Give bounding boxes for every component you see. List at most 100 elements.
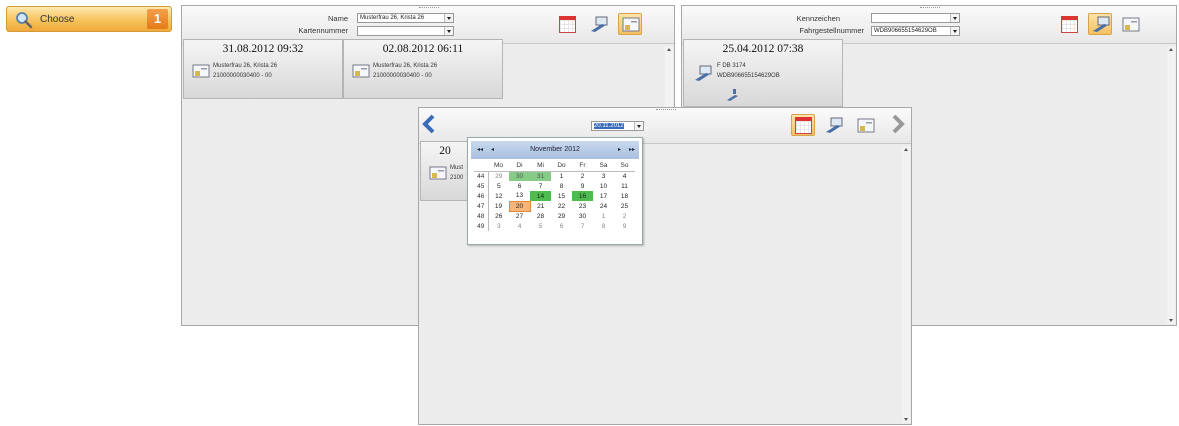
calendar-day[interactable]: 19 bbox=[488, 201, 509, 211]
calendar-day[interactable]: 6 bbox=[509, 181, 530, 191]
calendar-view-button[interactable] bbox=[1057, 13, 1081, 35]
calendar-day[interactable]: 11 bbox=[614, 181, 635, 191]
entry-card-number: 21000000030400 - 00 bbox=[213, 73, 272, 79]
arrow-right-icon[interactable] bbox=[891, 114, 905, 134]
calendar-day[interactable]: 20 bbox=[508, 200, 531, 212]
date-picker-header: ◂◂ ◂ November 2012 ▸ ▸▸ bbox=[471, 141, 639, 159]
truck-card-icon bbox=[695, 65, 712, 81]
week-number: 49 bbox=[474, 221, 489, 231]
calendar-day[interactable]: 8 bbox=[593, 221, 614, 231]
vertical-scrollbar[interactable] bbox=[902, 146, 910, 423]
calendar-day[interactable]: 8 bbox=[551, 181, 572, 191]
calendar-day[interactable]: 17 bbox=[593, 191, 614, 201]
calendar-day[interactable]: 9 bbox=[614, 221, 635, 231]
driver-card-view-button[interactable] bbox=[1118, 13, 1142, 35]
chevron-down-icon[interactable] bbox=[634, 122, 643, 130]
calendar-day[interactable]: 28 bbox=[530, 211, 551, 221]
calendar-day[interactable]: 9 bbox=[572, 181, 593, 191]
card-number-select[interactable] bbox=[357, 26, 454, 36]
week-number: 47 bbox=[474, 201, 489, 211]
vehicle-view-button[interactable] bbox=[821, 114, 845, 136]
date-select[interactable]: 20.11.2012 bbox=[591, 121, 644, 131]
calendar-day[interactable]: 30 bbox=[509, 171, 530, 181]
vehicle-view-button[interactable] bbox=[1088, 13, 1112, 35]
calendar-day[interactable]: 2 bbox=[614, 211, 635, 221]
date-picker[interactable]: ◂◂ ◂ November 2012 ▸ ▸▸ Mo Di Mi Do Fr Sa So 4… bbox=[467, 137, 643, 245]
calendar-day[interactable]: 3 bbox=[593, 171, 614, 181]
calendar-day[interactable]: 16 bbox=[572, 191, 593, 201]
vehicle-entry[interactable]: 25.04.2012 07:38 F DB 3174 WDB9066551546… bbox=[683, 39, 843, 107]
calendar-day[interactable]: 4 bbox=[509, 221, 530, 231]
calendar-day[interactable]: 5 bbox=[488, 181, 509, 191]
vertical-scrollbar[interactable] bbox=[1167, 46, 1175, 324]
calendar-day[interactable]: 27 bbox=[509, 211, 530, 221]
resize-grip[interactable] bbox=[656, 109, 676, 112]
driver-card-view-button[interactable] bbox=[853, 114, 877, 136]
calendar-day[interactable]: 7 bbox=[530, 181, 551, 191]
chevron-down-icon[interactable] bbox=[444, 14, 453, 22]
plate-select[interactable] bbox=[871, 13, 960, 23]
calendar-day[interactable]: 29 bbox=[551, 211, 572, 221]
calendar-day[interactable]: 3 bbox=[488, 221, 509, 231]
vin-label: Fahrgestellnummer bbox=[799, 26, 864, 35]
scroll-down-icon[interactable] bbox=[1169, 319, 1173, 322]
driver-card-entry[interactable]: 02.08.2012 06:11 Musterfrau 26, Krista 2… bbox=[343, 39, 503, 99]
calendar-day[interactable]: 10 bbox=[593, 181, 614, 191]
calendar-day[interactable]: 4 bbox=[614, 171, 635, 181]
calendar-day[interactable]: 30 bbox=[572, 211, 593, 221]
calendar-day[interactable]: 23 bbox=[572, 201, 593, 211]
arrow-left-icon[interactable] bbox=[422, 114, 436, 134]
entry-datetime: 25.04.2012 07:38 bbox=[722, 43, 804, 55]
calendar-view-button[interactable] bbox=[555, 13, 579, 35]
calendar-day[interactable]: 24 bbox=[593, 201, 614, 211]
calendar-day[interactable]: 14 bbox=[530, 191, 551, 201]
calendar-day[interactable]: 29 bbox=[488, 171, 509, 181]
driver-card-entry[interactable]: 31.08.2012 09:32 Musterfrau 26, Krista 2… bbox=[183, 39, 343, 99]
next-month-button[interactable]: ▸ bbox=[618, 146, 621, 153]
calendar-day[interactable]: 15 bbox=[551, 191, 572, 201]
calendar-day[interactable]: 21 bbox=[530, 201, 551, 211]
chevron-down-icon[interactable] bbox=[950, 14, 959, 22]
plate-label: Kennzeichen bbox=[796, 14, 840, 23]
card-number-label: Kartennummer bbox=[298, 26, 348, 35]
chevron-down-icon[interactable] bbox=[950, 27, 959, 35]
calendar-day[interactable]: 12 bbox=[488, 191, 509, 201]
chevron-down-icon[interactable] bbox=[444, 27, 453, 35]
calendar-day[interactable]: 31 bbox=[530, 171, 551, 181]
calendar-day[interactable]: 1 bbox=[593, 211, 614, 221]
calendar-day[interactable]: 7 bbox=[572, 221, 593, 231]
entry-card-number: 2100 bbox=[450, 175, 464, 181]
next-year-button[interactable]: ▸▸ bbox=[629, 146, 635, 153]
calendar-day[interactable]: 26 bbox=[488, 211, 509, 221]
resize-grip[interactable] bbox=[419, 7, 439, 10]
scroll-up-icon[interactable] bbox=[904, 148, 908, 151]
calendar-day[interactable]: 25 bbox=[614, 201, 635, 211]
calendar-day[interactable]: 22 bbox=[551, 201, 572, 211]
calendar-day[interactable]: 5 bbox=[530, 221, 551, 231]
scroll-up-icon[interactable] bbox=[667, 48, 671, 51]
calendar-day[interactable]: 1 bbox=[551, 171, 572, 181]
vin-select[interactable]: WDB906655154629OB bbox=[871, 26, 960, 36]
driver-card-icon bbox=[352, 64, 370, 78]
resize-grip[interactable] bbox=[920, 7, 940, 10]
calendar-day[interactable]: 13 bbox=[509, 191, 530, 201]
name-select[interactable]: Musterfrau 26, Krista 26 bbox=[357, 13, 454, 23]
calendar-day[interactable]: 18 bbox=[614, 191, 635, 201]
weekday-header: So bbox=[614, 161, 635, 172]
vehicle-view-button[interactable] bbox=[586, 13, 610, 35]
download-icon bbox=[727, 89, 738, 101]
scroll-up-icon[interactable] bbox=[1169, 48, 1173, 51]
week-number: 45 bbox=[474, 181, 489, 191]
weekday-header: Mo bbox=[488, 161, 509, 172]
entry-name: Must bbox=[450, 165, 464, 171]
calendar-day[interactable]: 2 bbox=[572, 171, 593, 181]
truck-card-icon bbox=[1093, 16, 1110, 32]
calendar-day[interactable]: 6 bbox=[551, 221, 572, 231]
entry-plate: F DB 3174 bbox=[717, 63, 746, 69]
choose-button[interactable]: Choose 1 bbox=[6, 6, 172, 32]
driver-card-view-button[interactable] bbox=[618, 13, 642, 35]
scroll-down-icon[interactable] bbox=[904, 418, 908, 421]
entry-datetime: 31.08.2012 09:32 bbox=[222, 43, 304, 55]
weekday-header: Di bbox=[509, 161, 530, 172]
calendar-view-button[interactable] bbox=[791, 114, 815, 136]
